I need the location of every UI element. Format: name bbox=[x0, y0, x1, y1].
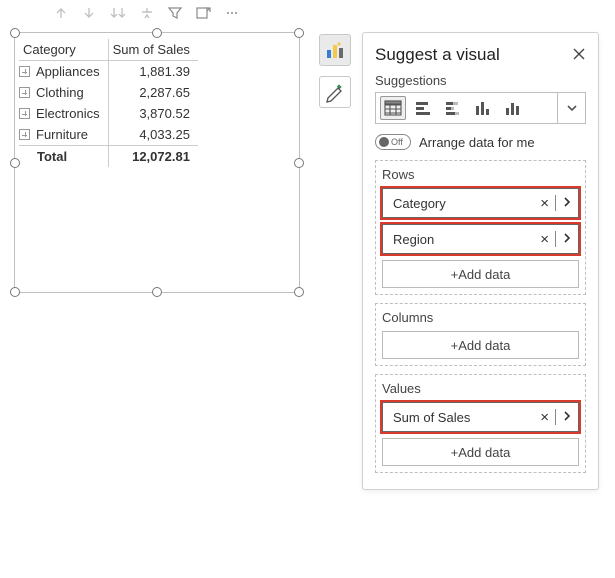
more-icon[interactable] bbox=[225, 6, 239, 20]
panel-title: Suggest a visual bbox=[375, 45, 500, 65]
col-header-category[interactable]: Category bbox=[19, 39, 108, 61]
table-row: Electronics 3,870.52 bbox=[19, 103, 198, 124]
col-header-value[interactable]: Sum of Sales bbox=[108, 39, 198, 61]
matrix-visual: Category Sum of Sales Appliances 1,881.3… bbox=[19, 39, 198, 167]
sugg-stackhbar-icon[interactable] bbox=[440, 96, 466, 120]
sugg-hbar-icon[interactable] bbox=[410, 96, 436, 120]
remove-field-icon[interactable]: × bbox=[534, 231, 555, 248]
suggest-visual-panel: Suggest a visual Suggestions bbox=[362, 32, 599, 490]
field-pill-sum-of-sales[interactable]: Sum of Sales × bbox=[382, 402, 579, 432]
cell-value: 4,033.25 bbox=[108, 124, 198, 146]
expand-icon[interactable] bbox=[19, 87, 30, 98]
sugg-matrix-icon[interactable] bbox=[380, 96, 406, 120]
remove-field-icon[interactable]: × bbox=[534, 195, 555, 212]
resize-handle[interactable] bbox=[152, 28, 162, 38]
expand-icon[interactable] bbox=[19, 66, 30, 77]
cell-value: 3,870.52 bbox=[108, 103, 198, 124]
arrange-toggle[interactable]: Off bbox=[375, 134, 411, 150]
resize-handle[interactable] bbox=[294, 287, 304, 297]
values-label: Values bbox=[382, 381, 579, 396]
values-well[interactable]: Values Sum of Sales × +Add data bbox=[375, 374, 586, 473]
visual-frame[interactable]: Category Sum of Sales Appliances 1,881.3… bbox=[14, 32, 300, 293]
remove-field-icon[interactable]: × bbox=[534, 409, 555, 426]
field-menu-icon[interactable] bbox=[556, 410, 572, 425]
field-pill-region[interactable]: Region × bbox=[382, 224, 579, 254]
resize-handle[interactable] bbox=[10, 28, 20, 38]
suggestions-row bbox=[375, 92, 586, 124]
cell-category: Furniture bbox=[36, 127, 88, 142]
cell-category: Electronics bbox=[36, 106, 100, 121]
filter-icon[interactable] bbox=[168, 6, 182, 20]
close-icon[interactable] bbox=[572, 47, 586, 64]
cell-category: Appliances bbox=[36, 64, 100, 79]
table-row: Appliances 1,881.39 bbox=[19, 61, 198, 83]
resize-handle[interactable] bbox=[294, 158, 304, 168]
table-row: Clothing 2,287.65 bbox=[19, 82, 198, 103]
total-value: 12,072.81 bbox=[108, 146, 198, 168]
rows-well[interactable]: Rows Category × Region × +Add data bbox=[375, 160, 586, 295]
add-data-values-button[interactable]: +Add data bbox=[382, 438, 579, 466]
toggle-state: Off bbox=[391, 137, 403, 147]
table-row: Furniture 4,033.25 bbox=[19, 124, 198, 146]
table-total-row: Total 12,072.81 bbox=[19, 146, 198, 168]
field-pill-category[interactable]: Category × bbox=[382, 188, 579, 218]
drill-icon[interactable] bbox=[140, 6, 154, 20]
add-data-rows-button[interactable]: +Add data bbox=[382, 260, 579, 288]
rows-label: Rows bbox=[382, 167, 579, 182]
columns-well[interactable]: Columns +Add data bbox=[375, 303, 586, 366]
field-name: Region bbox=[393, 232, 534, 247]
sugg-vbar2-icon[interactable] bbox=[500, 96, 526, 120]
suggestions-label: Suggestions bbox=[375, 73, 586, 88]
cell-value: 1,881.39 bbox=[108, 61, 198, 83]
suggestions-dropdown[interactable] bbox=[557, 93, 585, 123]
columns-label: Columns bbox=[382, 310, 579, 325]
arrow-down-icon[interactable] bbox=[82, 6, 96, 20]
format-visual-button[interactable] bbox=[319, 76, 351, 108]
expand-icon[interactable] bbox=[19, 108, 30, 119]
resize-handle[interactable] bbox=[152, 287, 162, 297]
expand-icon[interactable] bbox=[19, 129, 30, 140]
export-icon[interactable] bbox=[196, 6, 211, 20]
field-menu-icon[interactable] bbox=[556, 196, 572, 211]
add-data-columns-button[interactable]: +Add data bbox=[382, 331, 579, 359]
arrows-down-icon[interactable] bbox=[110, 6, 126, 20]
resize-handle[interactable] bbox=[294, 28, 304, 38]
total-label: Total bbox=[37, 149, 67, 164]
resize-handle[interactable] bbox=[10, 287, 20, 297]
field-menu-icon[interactable] bbox=[556, 232, 572, 247]
suggest-visual-button[interactable] bbox=[319, 34, 351, 66]
cell-category: Clothing bbox=[36, 85, 84, 100]
field-name: Sum of Sales bbox=[393, 410, 534, 425]
arrange-label: Arrange data for me bbox=[419, 135, 535, 150]
cell-value: 2,287.65 bbox=[108, 82, 198, 103]
field-name: Category bbox=[393, 196, 534, 211]
arrow-up-icon[interactable] bbox=[54, 6, 68, 20]
visual-toolbar bbox=[54, 6, 239, 20]
sugg-vbar1-icon[interactable] bbox=[470, 96, 496, 120]
